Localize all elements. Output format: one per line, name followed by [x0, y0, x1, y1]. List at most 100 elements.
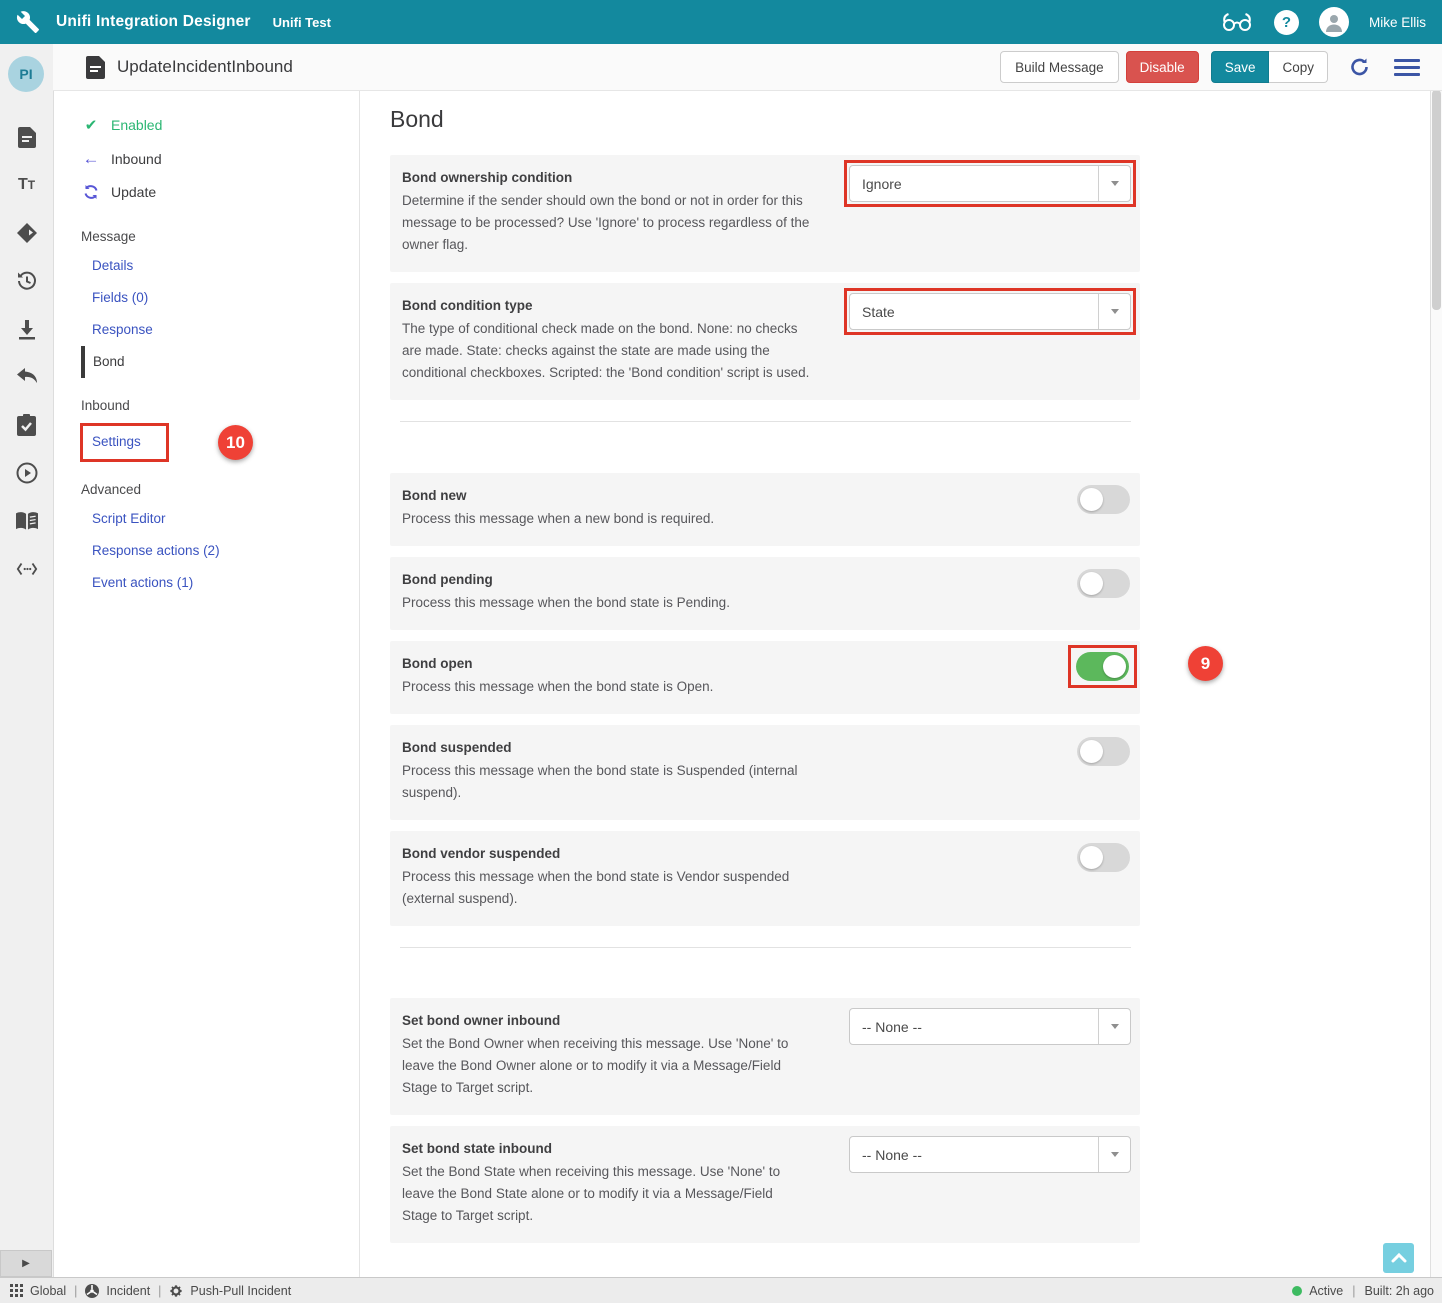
- disable-button[interactable]: Disable: [1126, 51, 1199, 83]
- set-bond-state-select[interactable]: -- None --: [849, 1136, 1131, 1173]
- scrollbar[interactable]: [1430, 90, 1442, 1277]
- section-title-message: Message: [53, 209, 359, 250]
- table-label: Incident: [106, 1284, 150, 1298]
- divider: [400, 421, 1131, 422]
- sidebar-item-event-actions[interactable]: Event actions (1): [53, 567, 359, 599]
- sidebar-item-settings[interactable]: Settings: [92, 434, 141, 449]
- setting-label: Bond open: [402, 656, 1124, 671]
- avatar[interactable]: [1319, 7, 1349, 37]
- sidebar-nav: ✔ Enabled ← Inbound Update Message Detai…: [53, 90, 360, 1277]
- active-status-label: Active: [1309, 1284, 1343, 1298]
- chevron-down-icon[interactable]: [1098, 1009, 1130, 1044]
- fields-text-icon[interactable]: TT: [16, 174, 38, 196]
- copy-button[interactable]: Copy: [1269, 51, 1328, 83]
- setting-label: Bond vendor suspended: [402, 846, 1124, 861]
- scope-label: Global: [30, 1284, 66, 1298]
- page-title: UpdateIncidentInbound: [117, 57, 293, 77]
- help-icon[interactable]: ?: [1274, 10, 1299, 35]
- status-bar: Global | Incident | Push-Pull Incident A…: [0, 1277, 1442, 1303]
- workspace-avatar[interactable]: PI: [8, 56, 44, 92]
- chevron-down-icon[interactable]: [1098, 294, 1130, 329]
- document-icon: [86, 56, 105, 79]
- setting-label: Bond suspended: [402, 740, 1124, 755]
- setting-bond-new: Bond new Process this message when a new…: [390, 473, 1140, 546]
- expand-rail-handle[interactable]: ▶: [0, 1250, 52, 1277]
- send-icon[interactable]: [16, 222, 38, 244]
- build-message-button[interactable]: Build Message: [1000, 51, 1119, 83]
- highlight-box-bond-condition-type: State: [844, 288, 1136, 335]
- active-status-dot: [1292, 1286, 1302, 1296]
- setting-bond-ownership-condition: Bond ownership condition Determine if th…: [390, 155, 1140, 272]
- select-value: -- None --: [850, 1137, 1098, 1172]
- run-icon[interactable]: [16, 462, 38, 484]
- highlight-box-settings: Settings: [80, 423, 169, 462]
- bond-suspended-toggle[interactable]: [1077, 737, 1130, 766]
- setting-description: Set the Bond State when receiving this m…: [402, 1161, 810, 1227]
- bond-vendor-suspended-toggle[interactable]: [1077, 843, 1130, 872]
- main-panel: Bond Bond ownership condition Determine …: [361, 90, 1431, 1277]
- top-app-bar: Unifi Integration Designer Unifi Test ? …: [0, 0, 1442, 44]
- wrench-icon[interactable]: [0, 10, 56, 34]
- code-icon[interactable]: [16, 558, 38, 580]
- refresh-icon[interactable]: [1348, 55, 1372, 79]
- download-icon[interactable]: [16, 318, 38, 340]
- chevron-down-icon[interactable]: [1098, 166, 1130, 201]
- sidebar-item-fields[interactable]: Fields (0): [53, 282, 359, 314]
- history-icon[interactable]: [16, 270, 38, 292]
- select-value: State: [850, 294, 1098, 329]
- save-button[interactable]: Save: [1211, 51, 1270, 83]
- document-header: UpdateIncidentInbound Build Message Disa…: [53, 44, 1442, 91]
- sidebar-item-enabled[interactable]: ✔ Enabled: [53, 108, 359, 143]
- inbound-label: Inbound: [111, 151, 162, 167]
- built-timestamp: Built: 2h ago: [1365, 1284, 1435, 1298]
- enabled-label: Enabled: [111, 117, 162, 133]
- section-heading: Bond: [390, 106, 1431, 133]
- sync-icon: [82, 184, 100, 200]
- gear-icon: [169, 1284, 183, 1298]
- documentation-book-icon[interactable]: [16, 510, 38, 532]
- set-bond-owner-select[interactable]: -- None --: [849, 1008, 1131, 1045]
- reply-icon[interactable]: [16, 366, 38, 388]
- select-value: -- None --: [850, 1009, 1098, 1044]
- setting-description: Process this message when the bond state…: [402, 760, 810, 804]
- tasks-icon[interactable]: [16, 414, 38, 436]
- annotation-badge-10: 10: [218, 425, 253, 460]
- sidebar-item-details[interactable]: Details: [53, 250, 359, 282]
- sidebar-item-update[interactable]: Update: [53, 176, 359, 209]
- chevron-down-icon[interactable]: [1098, 1137, 1130, 1172]
- scope-item[interactable]: Global: [10, 1284, 66, 1298]
- scroll-to-top-button[interactable]: [1383, 1243, 1414, 1273]
- sidebar-item-bond[interactable]: Bond: [81, 346, 359, 378]
- section-title-inbound: Inbound: [53, 378, 359, 419]
- setting-label: Bond pending: [402, 572, 1124, 587]
- grid-icon: [10, 1284, 23, 1297]
- incident-icon: [85, 1284, 99, 1298]
- update-label: Update: [111, 184, 156, 200]
- setting-bond-vendor-suspended: Bond vendor suspended Process this messa…: [390, 831, 1140, 926]
- spectacles-icon[interactable]: [1220, 11, 1254, 33]
- bond-pending-toggle[interactable]: [1077, 569, 1130, 598]
- bond-new-toggle[interactable]: [1077, 485, 1130, 514]
- bond-ownership-select[interactable]: Ignore: [849, 165, 1131, 202]
- table-item[interactable]: Incident: [85, 1284, 150, 1298]
- app-title: Unifi Integration Designer: [56, 13, 251, 31]
- sidebar-item-response-actions[interactable]: Response actions (2): [53, 535, 359, 567]
- integration-item[interactable]: Push-Pull Incident: [169, 1284, 291, 1298]
- sidebar-item-inbound[interactable]: ← Inbound: [53, 143, 359, 176]
- setting-bond-pending: Bond pending Process this message when t…: [390, 557, 1140, 630]
- message-document-icon[interactable]: [16, 126, 38, 148]
- sidebar-item-response[interactable]: Response: [53, 314, 359, 346]
- sidebar-item-script-editor[interactable]: Script Editor: [53, 503, 359, 535]
- bond-condition-type-select[interactable]: State: [849, 293, 1131, 330]
- setting-description: Process this message when the bond state…: [402, 676, 810, 698]
- setting-label: Bond new: [402, 488, 1124, 503]
- icon-rail: TT: [0, 44, 54, 1277]
- setting-description: Determine if the sender should own the b…: [402, 190, 810, 256]
- setting-description: Process this message when the bond state…: [402, 866, 810, 910]
- setting-bond-open: Bond open Process this message when the …: [390, 641, 1140, 714]
- setting-set-bond-owner-inbound: Set bond owner inbound Set the Bond Owne…: [390, 998, 1140, 1115]
- divider: [400, 947, 1131, 948]
- bond-open-toggle[interactable]: [1076, 652, 1129, 681]
- menu-icon[interactable]: [1394, 59, 1420, 76]
- setting-bond-suspended: Bond suspended Process this message when…: [390, 725, 1140, 820]
